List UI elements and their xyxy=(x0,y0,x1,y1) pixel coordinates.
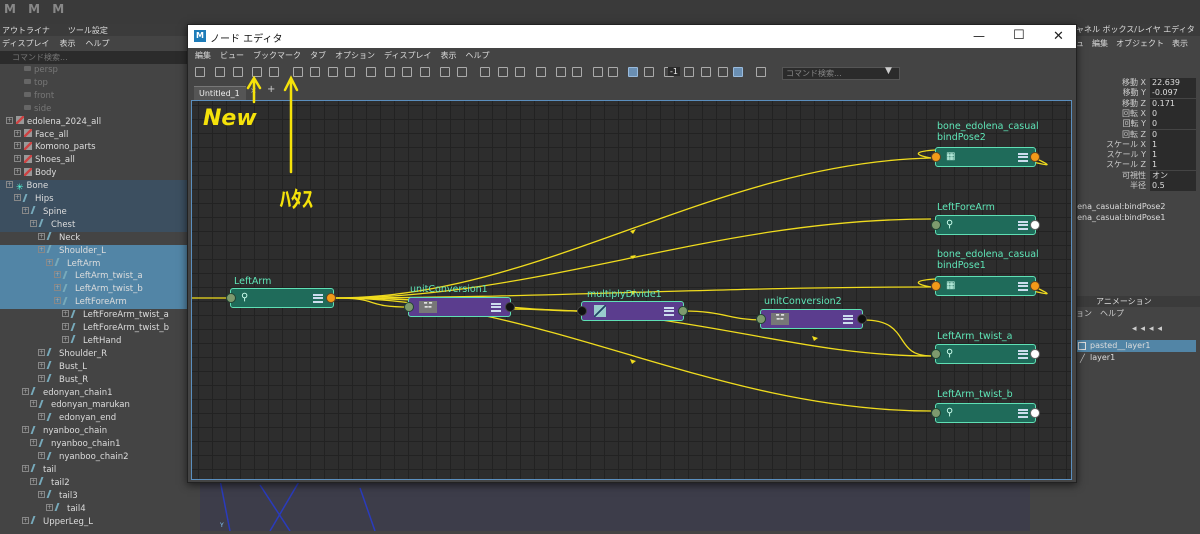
annotation-arrow-up-icon xyxy=(283,75,299,174)
annotation-new: New xyxy=(203,106,257,131)
annotation-other: ﾊﾀｽ xyxy=(280,188,314,213)
annotation-arrows xyxy=(246,75,299,174)
annotation-arrow-up-icon xyxy=(246,75,262,104)
